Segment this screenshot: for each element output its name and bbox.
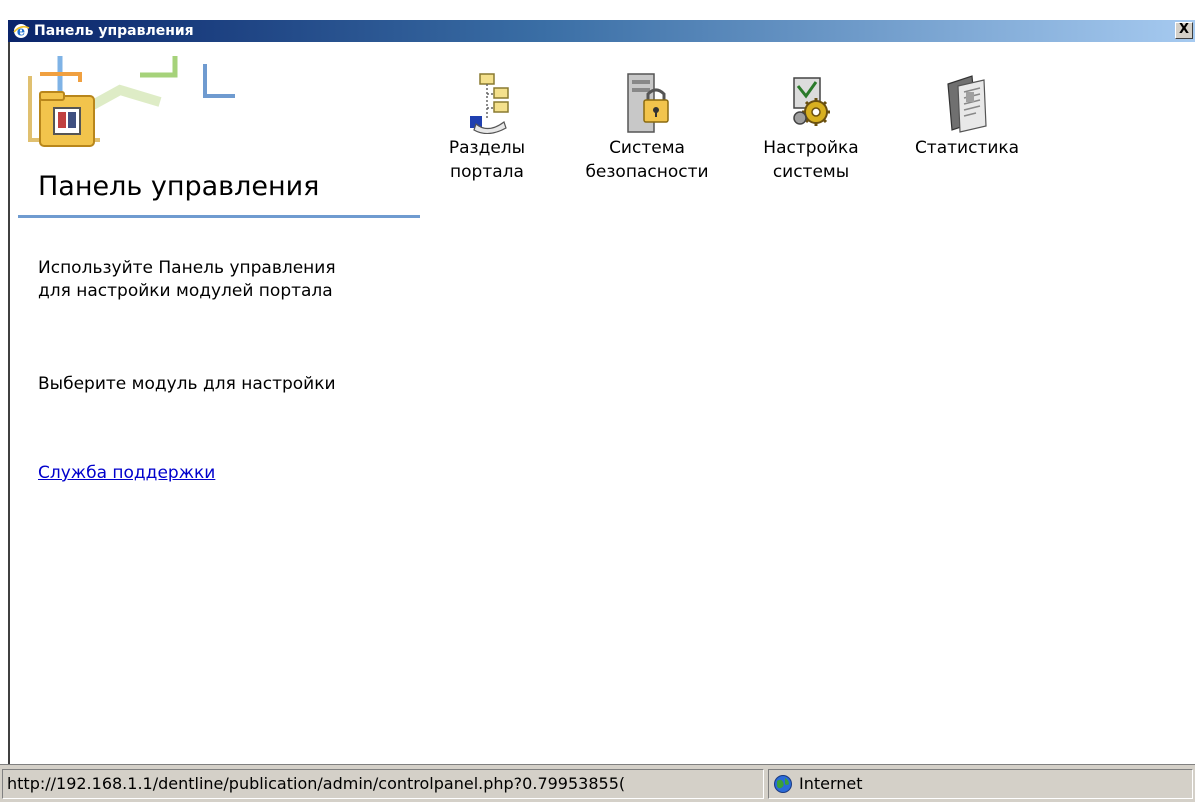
- title-bar-strip: e Панель управления X: [8, 20, 1195, 42]
- status-zone-label: Internet: [799, 774, 863, 793]
- title-bar[interactable]: e Панель управления X: [0, 0, 1195, 44]
- left-panel: Панель управления Используйте Панель упр…: [10, 42, 420, 762]
- security-lock-icon: [627, 73, 669, 133]
- module-portal-sections[interactable]: Разделы портала: [432, 72, 542, 184]
- portal-sections-icon: [470, 73, 509, 134]
- close-button[interactable]: X: [1175, 22, 1193, 39]
- window-title: Панель управления: [34, 23, 194, 39]
- page-title: Панель управления: [38, 171, 320, 202]
- module-label-security: Система безопасности: [585, 138, 709, 182]
- status-url: http://192.168.1.1/dentline/publication/…: [7, 774, 626, 793]
- statistics-icon: [947, 75, 987, 133]
- globe-icon: [774, 775, 792, 793]
- module-label-portal-sections: Разделы портала: [448, 138, 526, 182]
- internet-explorer-icon: e: [13, 24, 30, 40]
- choose-module-text: Выберите модуль для настройки: [38, 374, 336, 394]
- module-system-settings[interactable]: Настройка системы: [746, 72, 876, 184]
- module-statistics[interactable]: Статистика: [897, 72, 1037, 160]
- status-zone-panel: Internet: [768, 769, 1193, 799]
- module-label-system-settings: Настройка системы: [763, 138, 859, 182]
- intro-text: Используйте Панель управления для настро…: [38, 258, 336, 301]
- content-area: Панель управления Используйте Панель упр…: [8, 42, 1195, 764]
- status-url-panel: http://192.168.1.1/dentline/publication/…: [2, 769, 764, 799]
- module-security[interactable]: Система безопасности: [567, 72, 727, 184]
- system-settings-icon: [793, 77, 830, 126]
- status-bar: http://192.168.1.1/dentline/publication/…: [0, 764, 1195, 802]
- module-label-statistics: Статистика: [914, 138, 1020, 158]
- control-panel-window: e Панель управления X Панель управления …: [0, 0, 1195, 802]
- support-link[interactable]: Служба поддержки: [38, 462, 215, 485]
- heading-divider: [18, 215, 420, 218]
- control-panel-logo: [28, 56, 235, 147]
